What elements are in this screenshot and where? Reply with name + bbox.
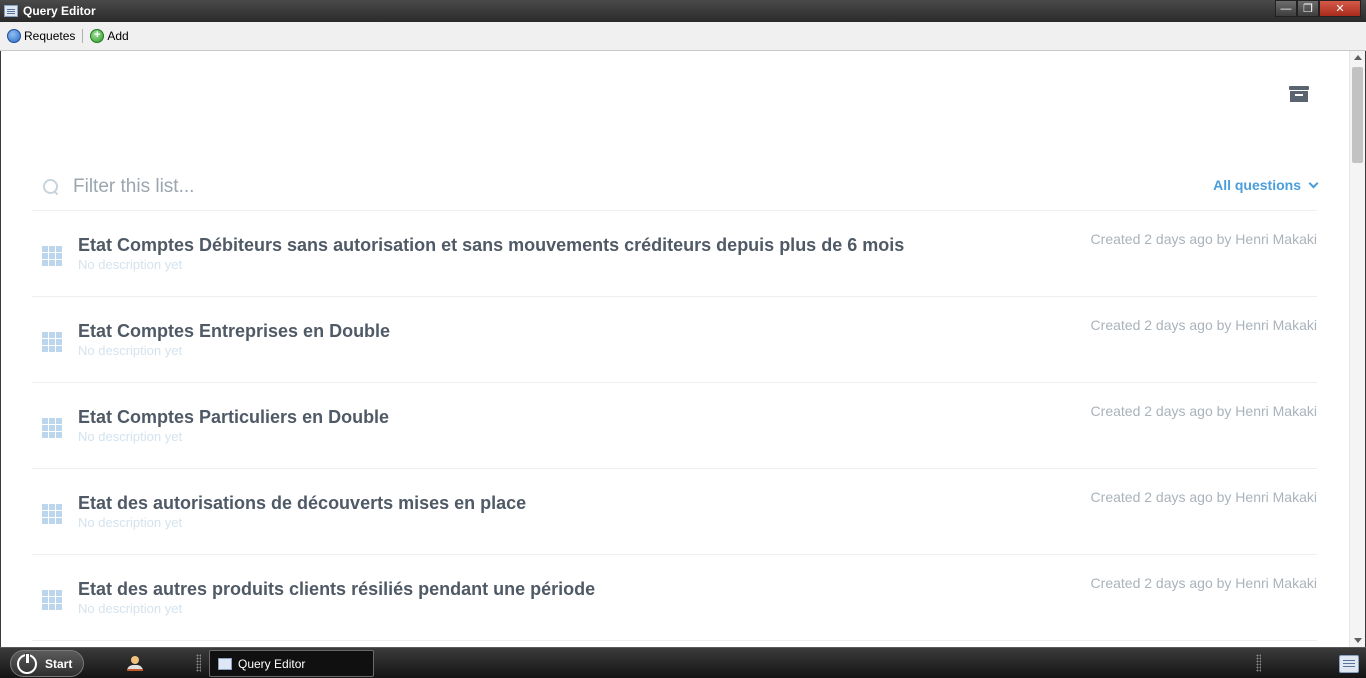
question-description: No description yet bbox=[78, 257, 183, 272]
window-controls: — ❐ ✕ bbox=[1275, 0, 1361, 17]
question-meta: Created 2 days ago by Henri Makaki bbox=[1090, 403, 1317, 419]
power-icon bbox=[17, 652, 37, 674]
question-list: Etat Comptes Débiteurs sans autorisation… bbox=[32, 211, 1317, 641]
question-row[interactable]: Etat Comptes Entreprises en Double No de… bbox=[32, 297, 1317, 383]
question-row[interactable]: Etat des autorisations de découverts mis… bbox=[32, 469, 1317, 555]
search-icon bbox=[43, 178, 59, 195]
scroll-up-arrow-icon[interactable] bbox=[1354, 55, 1362, 60]
minimize-button[interactable]: — bbox=[1275, 0, 1297, 17]
toolbar-separator bbox=[82, 29, 84, 43]
question-row[interactable]: Etat des autres produits clients résilié… bbox=[32, 555, 1317, 641]
window-title: Query Editor bbox=[23, 4, 96, 18]
chevron-down-icon bbox=[1308, 178, 1319, 188]
question-title[interactable]: Etat Comptes Particuliers en Double bbox=[78, 407, 389, 428]
restore-button[interactable]: ❐ bbox=[1297, 0, 1319, 17]
taskbar-grip[interactable] bbox=[1256, 654, 1261, 672]
vertical-scrollbar[interactable] bbox=[1349, 51, 1365, 647]
add-icon: + bbox=[90, 29, 105, 43]
user-icon[interactable] bbox=[126, 656, 144, 672]
main-content: All questions Etat Comptes Débiteurs san… bbox=[1, 51, 1365, 647]
question-description: No description yet bbox=[78, 343, 183, 358]
scroll-down-arrow-icon[interactable] bbox=[1354, 638, 1362, 643]
taskbar-item-label: Query Editor bbox=[238, 656, 306, 671]
refresh-icon bbox=[7, 29, 21, 43]
question-meta: Created 2 days ago by Henri Makaki bbox=[1090, 489, 1317, 505]
table-grid-icon bbox=[42, 246, 62, 266]
question-description: No description yet bbox=[78, 601, 183, 616]
all-questions-label: All questions bbox=[1213, 177, 1301, 193]
question-description: No description yet bbox=[78, 429, 183, 444]
taskbar-grip[interactable] bbox=[196, 654, 201, 672]
question-title[interactable]: Etat Comptes Débiteurs sans autorisation… bbox=[78, 235, 904, 256]
query-editor-app-icon bbox=[218, 657, 232, 670]
window-title-bar[interactable]: Query Editor — ❐ ✕ bbox=[0, 0, 1366, 22]
filter-input[interactable] bbox=[73, 175, 873, 198]
question-title[interactable]: Etat Comptes Entreprises en Double bbox=[78, 321, 390, 342]
scroll-thumb[interactable] bbox=[1352, 67, 1363, 163]
close-button[interactable]: ✕ bbox=[1319, 0, 1361, 17]
requetes-label: Requetes bbox=[24, 29, 76, 43]
archive-icon[interactable] bbox=[1289, 86, 1309, 102]
question-description: No description yet bbox=[78, 515, 183, 530]
requetes-button[interactable]: Requetes bbox=[7, 29, 81, 43]
toolbar: Requetes + Add bbox=[0, 22, 1366, 51]
all-questions-dropdown[interactable]: All questions bbox=[1213, 177, 1319, 193]
table-grid-icon bbox=[42, 418, 62, 438]
question-meta: Created 2 days ago by Henri Makaki bbox=[1090, 317, 1317, 333]
table-grid-icon bbox=[42, 504, 62, 524]
question-title[interactable]: Etat des autres produits clients résilié… bbox=[78, 579, 595, 600]
taskbar: Start Query Editor bbox=[0, 647, 1366, 678]
table-grid-icon bbox=[42, 332, 62, 352]
show-desktop-icon[interactable] bbox=[1339, 655, 1359, 673]
taskbar-item-query-editor[interactable]: Query Editor bbox=[209, 650, 374, 677]
add-button[interactable]: + Add bbox=[90, 29, 134, 43]
add-label: Add bbox=[107, 29, 129, 43]
table-grid-icon bbox=[42, 590, 62, 610]
question-title[interactable]: Etat des autorisations de découverts mis… bbox=[78, 493, 526, 514]
start-label: Start bbox=[45, 656, 73, 671]
question-meta: Created 2 days ago by Henri Makaki bbox=[1090, 575, 1317, 591]
query-editor-app-icon bbox=[4, 5, 18, 17]
start-button[interactable]: Start bbox=[10, 650, 84, 677]
filter-row: All questions bbox=[32, 163, 1319, 211]
question-meta: Created 2 days ago by Henri Makaki bbox=[1090, 231, 1317, 247]
question-row[interactable]: Etat Comptes Particuliers en Double No d… bbox=[32, 383, 1317, 469]
question-row[interactable]: Etat Comptes Débiteurs sans autorisation… bbox=[32, 211, 1317, 297]
